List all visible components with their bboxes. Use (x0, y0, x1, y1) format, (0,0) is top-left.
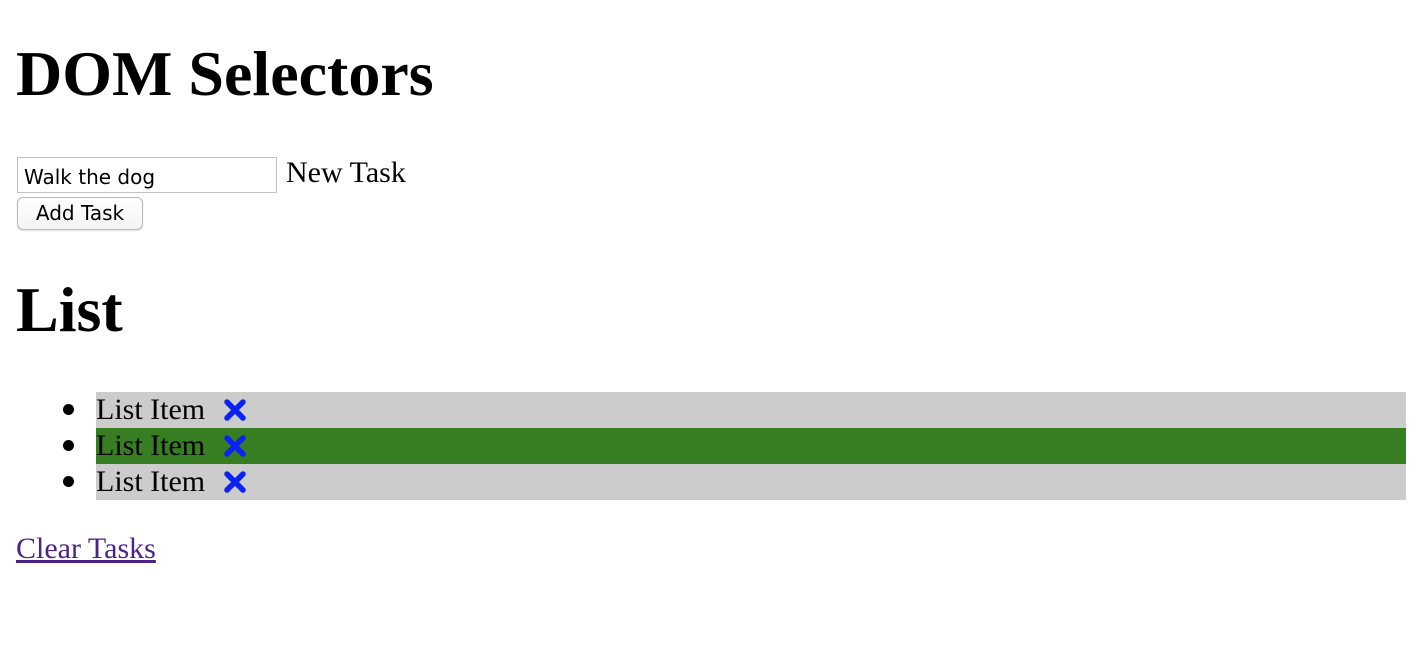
bullet-icon (63, 404, 74, 415)
list-item: List Item (63, 428, 1406, 464)
list-item: List Item (63, 464, 1406, 500)
task-list: List Item List Item List Item (0, 392, 1422, 500)
add-task-button[interactable]: Add Task (17, 197, 143, 230)
list-item-label: List Item (96, 429, 206, 462)
new-task-input[interactable] (17, 157, 277, 193)
page-title: DOM Selectors (16, 38, 434, 109)
list-item-label: List Item (96, 465, 206, 498)
list-item: List Item (63, 392, 1406, 428)
new-task-label: New Task (286, 156, 406, 189)
list-item-label: List Item (96, 393, 206, 426)
bullet-icon (63, 476, 74, 487)
list-title: List (16, 274, 123, 345)
delete-x-icon[interactable] (223, 392, 247, 428)
clear-tasks-link[interactable]: Clear Tasks (16, 531, 156, 567)
delete-x-icon[interactable] (223, 464, 247, 500)
bullet-icon (63, 440, 74, 451)
delete-x-icon[interactable] (223, 428, 247, 464)
